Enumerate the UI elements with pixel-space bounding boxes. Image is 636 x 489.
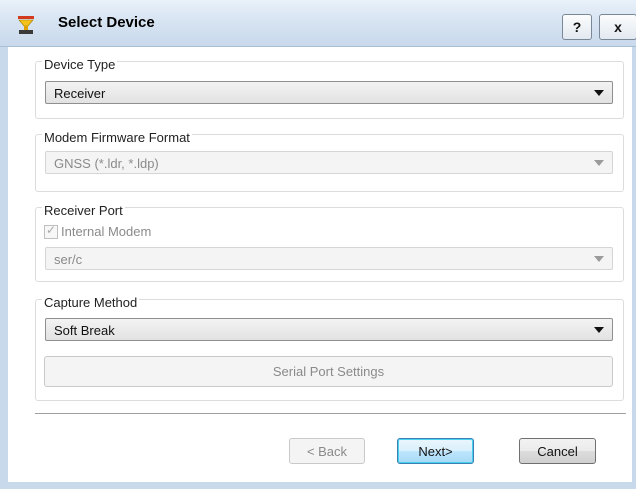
receiver-port-dropdown[interactable]: ser/c xyxy=(45,247,613,270)
title-bar[interactable]: Select Device ? x xyxy=(0,0,636,47)
back-button[interactable]: < Back xyxy=(289,438,365,464)
capture-method-value: Soft Break xyxy=(54,323,115,338)
next-button[interactable]: Next> xyxy=(397,438,474,464)
device-type-legend: Device Type xyxy=(42,57,118,72)
chevron-down-icon xyxy=(594,160,604,166)
close-button[interactable]: x xyxy=(599,14,636,40)
footer-separator xyxy=(35,413,626,415)
window-frame-right xyxy=(632,46,636,489)
select-device-dialog: Select Device ? x Device Type Receiver M… xyxy=(0,0,636,489)
receiver-port-group xyxy=(35,207,624,282)
capture-method-dropdown[interactable]: Soft Break xyxy=(45,318,613,341)
help-button[interactable]: ? xyxy=(562,14,592,40)
device-type-value: Receiver xyxy=(54,86,106,101)
firmware-format-legend: Modem Firmware Format xyxy=(42,130,192,145)
window-frame-bottom xyxy=(0,482,636,489)
firmware-format-value: GNSS (*.ldr, *.ldp) xyxy=(54,156,159,171)
receiver-port-value: ser/c xyxy=(54,252,83,267)
firmware-format-dropdown[interactable]: GNSS (*.ldr, *.ldp) xyxy=(45,151,613,174)
internal-modem-label: Internal Modem xyxy=(61,224,152,239)
cancel-button[interactable]: Cancel xyxy=(519,438,596,464)
device-type-dropdown[interactable]: Receiver xyxy=(45,81,613,104)
internal-modem-checkbox[interactable]: ✓ xyxy=(44,223,58,239)
window-frame-left xyxy=(0,46,8,489)
chevron-down-icon xyxy=(594,256,604,262)
window-title: Select Device xyxy=(58,14,155,31)
receiver-port-legend: Receiver Port xyxy=(42,203,125,218)
chevron-down-icon xyxy=(594,90,604,96)
device-receiver-icon xyxy=(18,16,34,34)
checkmark-icon: ✓ xyxy=(46,223,57,237)
chevron-down-icon xyxy=(594,327,604,333)
serial-port-settings-button[interactable]: Serial Port Settings xyxy=(44,356,613,387)
capture-method-legend: Capture Method xyxy=(42,295,140,310)
